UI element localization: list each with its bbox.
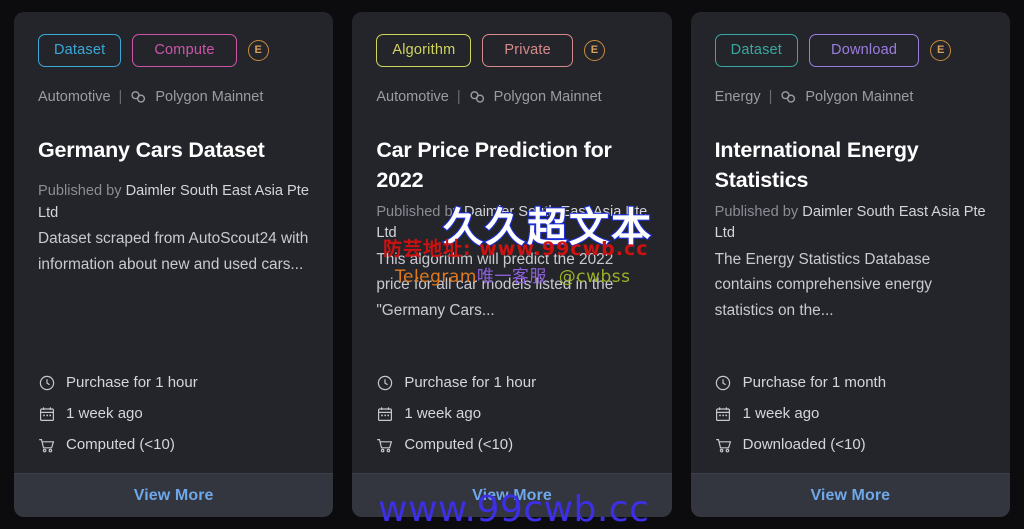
meta-row: 1 week ago	[715, 405, 986, 422]
asset-access-badge[interactable]: Download	[809, 34, 920, 67]
badge-row: Algorithm Private E	[376, 34, 647, 67]
category-row: Automotive | Polygon Mainnet	[38, 89, 309, 105]
meta-row: Purchase for 1 hour	[376, 374, 647, 391]
chain-link-icon	[469, 90, 486, 103]
asset-card[interactable]: Dataset Compute E Automotive | Polygon M…	[14, 12, 334, 517]
separator: |	[118, 88, 123, 105]
ethereum-badge: E	[930, 39, 952, 61]
badge-row: Dataset Compute E	[38, 34, 309, 67]
meta-row: Purchase for 1 month	[715, 374, 986, 391]
view-more-button[interactable]: View More	[690, 473, 1010, 517]
card-body: Dataset Compute E Automotive | Polygon M…	[14, 12, 333, 473]
chain-link-icon	[130, 90, 147, 103]
asset-description: Dataset scraped from AutoScout24 with in…	[38, 230, 309, 273]
asset-title: International Energy Statistics	[714, 137, 919, 193]
view-more-label: View More	[810, 486, 891, 504]
view-more-button[interactable]: View More	[352, 473, 672, 517]
cart-icon	[38, 436, 55, 453]
category-label: Energy	[714, 88, 761, 105]
network-label: Polygon Mainnet	[155, 88, 264, 105]
view-more-label: View More	[472, 486, 552, 504]
network-label: Polygon Mainnet	[493, 88, 602, 105]
calendar-icon	[376, 405, 393, 422]
meta-text: Computed (<10)	[404, 436, 514, 453]
asset-card[interactable]: Algorithm Private E Automotive | Polygon…	[352, 12, 672, 517]
publisher-row: Published by Daimler South East Asia Pte…	[715, 202, 986, 245]
card-body: Dataset Download E Energy | Polygon Main…	[691, 12, 1010, 473]
calendar-icon	[38, 405, 55, 422]
separator: |	[768, 88, 773, 105]
category-row: Automotive | Polygon Mainnet	[376, 89, 647, 105]
card-body: Algorithm Private E Automotive | Polygon…	[352, 12, 671, 473]
asset-access-badge[interactable]: Compute	[132, 34, 237, 67]
cart-icon	[715, 436, 732, 453]
network-label: Polygon Mainnet	[805, 88, 914, 105]
ethereum-badge: E	[247, 39, 269, 61]
asset-card[interactable]: Dataset Download E Energy | Polygon Main…	[690, 12, 1010, 517]
asset-title: Car Price Prediction for 2022	[376, 137, 612, 193]
chain-link-icon	[780, 90, 797, 103]
asset-description: The Energy Statistics Database contains …	[714, 250, 932, 320]
asset-description: This algorithm will predict the 2022 pri…	[376, 250, 614, 320]
view-more-button[interactable]: View More	[14, 473, 334, 517]
asset-type-badge[interactable]: Dataset	[38, 34, 122, 67]
meta-list: Purchase for 1 hour 1 week ago Computed …	[376, 374, 647, 473]
meta-text: Computed (<10)	[66, 436, 175, 453]
meta-text: Purchase for 1 month	[742, 374, 887, 391]
meta-row: 1 week ago	[376, 405, 647, 422]
meta-row: Computed (<10)	[38, 436, 309, 453]
category-label: Automotive	[376, 88, 449, 105]
asset-title: Germany Cars Dataset	[38, 137, 265, 162]
published-by-label: Published by	[38, 183, 122, 200]
meta-row: 1 week ago	[38, 405, 309, 422]
publisher-row: Published by Daimler South East Asia Pte…	[38, 181, 309, 224]
category-label: Automotive	[38, 88, 111, 105]
meta-text: 1 week ago	[742, 405, 820, 422]
clock-icon	[376, 374, 393, 391]
meta-text: 1 week ago	[404, 405, 482, 422]
badge-row: Dataset Download E	[714, 34, 986, 67]
separator: |	[456, 88, 461, 105]
clock-icon	[38, 374, 55, 391]
meta-row: Downloaded (<10)	[715, 436, 986, 453]
meta-row: Computed (<10)	[376, 436, 647, 453]
published-by-label: Published by	[376, 203, 460, 220]
cart-icon	[376, 436, 393, 453]
calendar-icon	[715, 405, 732, 422]
publisher-row: Published by Daimler South East Asia Pte…	[376, 202, 647, 245]
meta-text: Purchase for 1 hour	[404, 374, 537, 391]
page-root: Dataset Compute E Automotive | Polygon M…	[0, 0, 1024, 529]
view-more-label: View More	[133, 486, 214, 504]
asset-card-grid: Dataset Compute E Automotive | Polygon M…	[14, 12, 1010, 517]
meta-list: Purchase for 1 hour 1 week ago Computed …	[38, 374, 309, 473]
asset-type-badge[interactable]: Dataset	[714, 34, 799, 67]
category-row: Energy | Polygon Mainnet	[715, 89, 986, 105]
published-by-label: Published by	[714, 203, 799, 220]
asset-access-badge[interactable]: Private	[482, 34, 573, 67]
meta-row: Purchase for 1 hour	[38, 374, 309, 391]
ethereum-badge: E	[583, 39, 605, 61]
asset-type-badge[interactable]: Algorithm	[376, 34, 472, 67]
meta-text: Purchase for 1 hour	[66, 374, 198, 391]
meta-text: Downloaded (<10)	[742, 436, 866, 453]
meta-list: Purchase for 1 month 1 week ago Download…	[715, 374, 986, 473]
clock-icon	[715, 374, 732, 391]
meta-text: 1 week ago	[66, 405, 143, 422]
